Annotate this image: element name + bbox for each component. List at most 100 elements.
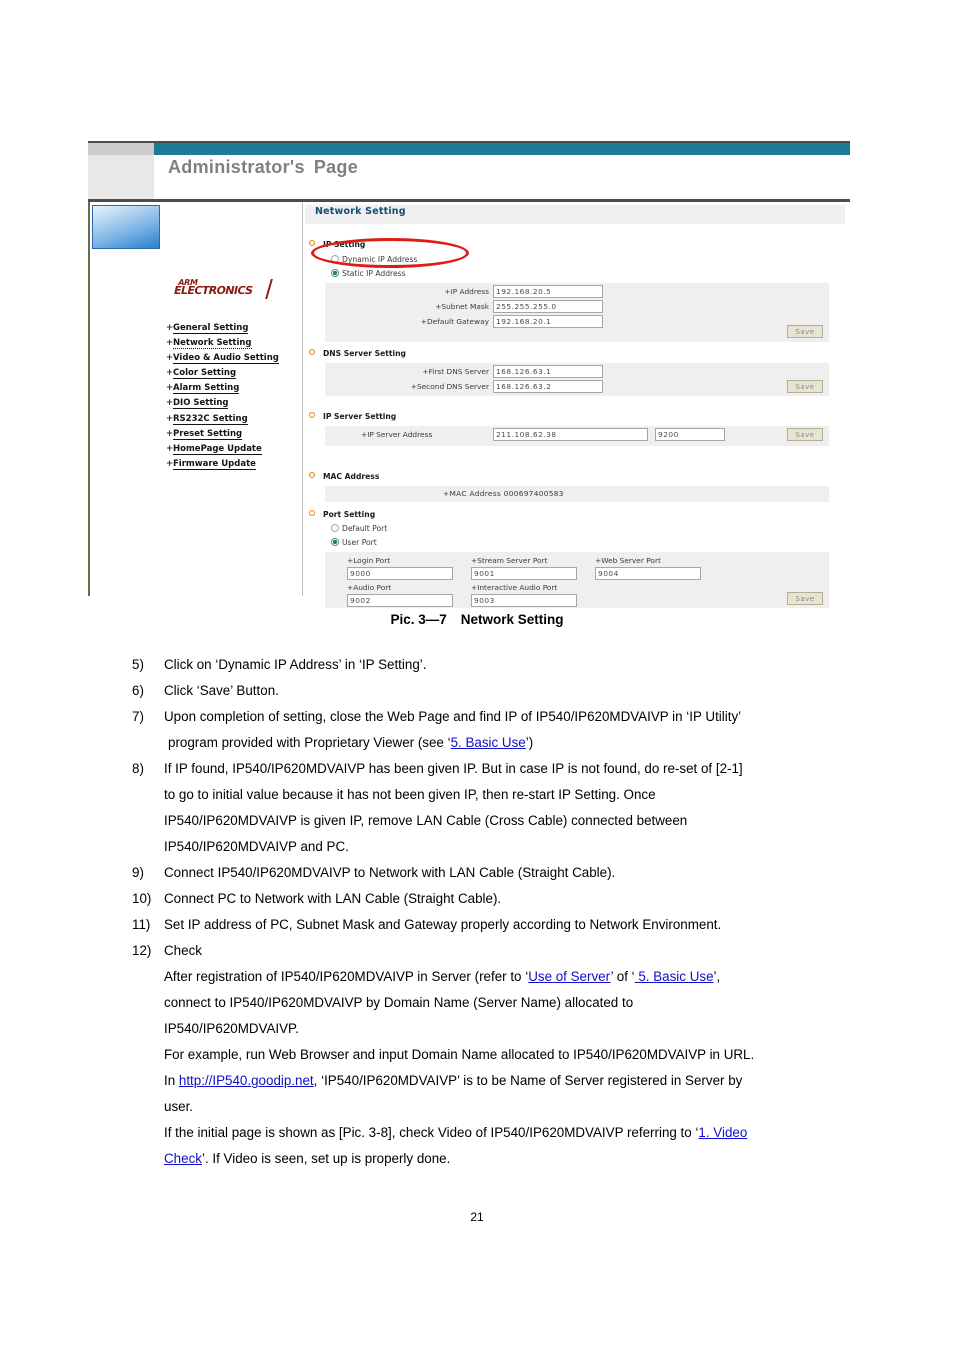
radio-default-port[interactable]: Default Port bbox=[331, 524, 387, 533]
para-connect-domain: connect to IP540/IP620MDVAIVP by Domain … bbox=[164, 995, 634, 1010]
caption-title: Network Setting bbox=[460, 612, 564, 627]
radio-dynamic-ip-address[interactable]: Dynamic IP Address bbox=[331, 255, 417, 264]
para-text: ’, bbox=[713, 969, 721, 984]
header-gray-block bbox=[88, 143, 154, 199]
admin-header: Administrator's Page bbox=[88, 143, 850, 199]
link-basic-use[interactable]: 5. Basic Use bbox=[451, 735, 526, 750]
sidebar-item-alarm-setting[interactable]: +Alarm Setting bbox=[166, 383, 306, 395]
sidebar-item-video-audio-setting[interactable]: +Video & Audio Setting bbox=[166, 353, 306, 365]
first-dns-input[interactable]: 168.126.63.1 bbox=[493, 365, 603, 378]
list-text: If IP found, IP540/IP620MDVAIVP has been… bbox=[164, 761, 743, 776]
stream-server-port-input[interactable]: 9001 bbox=[471, 567, 577, 580]
sidebar-item-general-setting[interactable]: +General Setting bbox=[166, 323, 306, 334]
link-basic-use-2[interactable]: 5. Basic Use bbox=[635, 969, 713, 984]
stream-server-port-label: +Stream Server Port bbox=[471, 556, 548, 565]
section-heading-label: IP Setting bbox=[323, 240, 366, 249]
page-title-part1: Administrator's bbox=[168, 157, 305, 177]
para-video-check-cont: Check’. If Video is seen, set up is prop… bbox=[164, 1146, 872, 1172]
save-button-ip-server[interactable]: Save bbox=[787, 428, 823, 441]
audio-port-input[interactable]: 9002 bbox=[347, 594, 453, 607]
sidebar: ARM ELECTRONICS +General Setting +Networ… bbox=[90, 202, 302, 596]
list-text: Click ‘Save’ Button. bbox=[164, 683, 279, 698]
para-example: For example, run Web Browser and input D… bbox=[164, 1047, 755, 1062]
bullet-icon bbox=[309, 349, 315, 355]
list-text-line3: IP540/IP620MDVAIVP is given IP, remove L… bbox=[164, 813, 688, 828]
list-number: 8) bbox=[132, 761, 144, 776]
plus-icon: + bbox=[166, 458, 174, 469]
ip-address-input[interactable]: 192.168.20.5 bbox=[493, 285, 603, 298]
link-video-check-part2[interactable]: Check bbox=[164, 1151, 202, 1166]
plus-icon: + bbox=[166, 383, 174, 394]
para-text: In bbox=[164, 1073, 179, 1088]
link-video-check-part1[interactable]: 1. Video bbox=[698, 1125, 747, 1140]
blue-gradient-box bbox=[92, 205, 160, 249]
para-text: ’ of ‘ bbox=[610, 969, 635, 984]
login-port-input[interactable]: 9000 bbox=[347, 567, 453, 580]
save-button-ip-setting[interactable]: Save bbox=[787, 325, 823, 338]
para-url: In http://IP540.goodip.net, ‘IP540/IP620… bbox=[164, 1068, 872, 1094]
sidebar-item-homepage-update[interactable]: +HomePage Update bbox=[166, 443, 306, 455]
radio-static-ip-address[interactable]: Static IP Address bbox=[331, 269, 406, 278]
default-gateway-label: +Default Gateway bbox=[420, 317, 489, 326]
sidebar-item-label: General Setting bbox=[173, 323, 249, 334]
section-heading-mac: MAC Address bbox=[309, 472, 379, 481]
list-text-line2: to go to initial value because it has no… bbox=[164, 787, 656, 802]
list-number: 6) bbox=[132, 683, 144, 698]
list-item-7: 7) Upon completion of setting, close the … bbox=[132, 704, 872, 756]
sidebar-item-label: Network Setting bbox=[173, 338, 252, 350]
section-heading-label: IP Server Setting bbox=[323, 412, 397, 421]
subnet-mask-label: +Subnet Mask bbox=[435, 302, 489, 311]
plus-icon: + bbox=[166, 338, 174, 349]
save-button-port[interactable]: Save bbox=[787, 592, 823, 605]
sidebar-nav: +General Setting +Network Setting +Video… bbox=[166, 323, 306, 475]
radio-icon[interactable] bbox=[331, 255, 339, 263]
sidebar-item-firmware-update[interactable]: +Firmware Update bbox=[166, 458, 306, 470]
radio-user-port[interactable]: User Port bbox=[331, 538, 377, 547]
sidebar-item-dio-setting[interactable]: +DIO Setting bbox=[166, 398, 306, 410]
subnet-mask-input[interactable]: 255.255.255.0 bbox=[493, 300, 603, 313]
ip-server-port-input[interactable]: 9200 bbox=[655, 428, 725, 441]
sidebar-item-label: Firmware Update bbox=[173, 458, 256, 470]
ip-server-address-input[interactable]: 211.108.62.38 bbox=[493, 428, 648, 441]
instruction-list: 5) Click on ‘Dynamic IP Address’ in ‘IP S… bbox=[132, 652, 872, 1172]
sidebar-item-network-setting[interactable]: +Network Setting bbox=[166, 338, 306, 350]
sidebar-item-label: RS232C Setting bbox=[173, 413, 248, 425]
section-heading-port: Port Setting bbox=[309, 510, 375, 519]
list-text: Set IP address of PC, Subnet Mask and Ga… bbox=[164, 917, 722, 932]
list-item-5: 5) Click on ‘Dynamic IP Address’ in ‘IP S… bbox=[132, 652, 872, 678]
list-text: Check bbox=[164, 943, 202, 958]
plus-icon: + bbox=[166, 323, 174, 333]
logo-text-bottom: ELECTRONICS bbox=[172, 284, 254, 297]
sidebar-item-color-setting[interactable]: +Color Setting bbox=[166, 368, 306, 380]
list-item-8: 8) If IP found, IP540/IP620MDVAIVP has be… bbox=[132, 756, 872, 860]
content-title: Network Setting bbox=[315, 206, 406, 217]
sidebar-item-label: Video & Audio Setting bbox=[173, 353, 279, 365]
interactive-audio-port-input[interactable]: 9003 bbox=[471, 594, 577, 607]
sidebar-item-preset-setting[interactable]: +Preset Setting bbox=[166, 428, 306, 440]
list-text: Connect PC to Network with LAN Cable (St… bbox=[164, 891, 502, 906]
link-use-of-server[interactable]: Use of Server bbox=[528, 969, 610, 984]
login-port-label: +Login Port bbox=[347, 556, 391, 565]
radio-icon[interactable] bbox=[331, 269, 339, 277]
second-dns-input[interactable]: 168.126.63.2 bbox=[493, 380, 603, 393]
bullet-icon bbox=[309, 240, 315, 246]
plus-icon: + bbox=[166, 443, 174, 454]
mac-address-panel bbox=[325, 486, 829, 502]
radio-icon[interactable] bbox=[331, 524, 339, 532]
para-text: , ‘IP540/IP620MDVAIVP’ is to be Name of … bbox=[313, 1073, 743, 1088]
web-server-port-input[interactable]: 9004 bbox=[595, 567, 701, 580]
interactive-audio-port-label: +Interactive Audio Port bbox=[471, 583, 558, 592]
section-heading-label: MAC Address bbox=[323, 472, 380, 481]
admin-body: ARM ELECTRONICS +General Setting +Networ… bbox=[88, 202, 850, 608]
page-title: Administrator's Page bbox=[168, 157, 358, 178]
list-item-12-body: After registration of IP540/IP620MDVAIVP… bbox=[164, 964, 872, 1172]
sidebar-item-label: Preset Setting bbox=[173, 428, 243, 440]
default-gateway-input[interactable]: 192.168.20.1 bbox=[493, 315, 603, 328]
list-text-pre: program provided with Proprietary Viewer… bbox=[168, 735, 451, 750]
radio-icon[interactable] bbox=[331, 538, 339, 546]
list-number: 7) bbox=[132, 709, 144, 724]
save-button-dns[interactable]: Save bbox=[787, 380, 823, 393]
mac-address-value: +MAC Address 000697400583 bbox=[443, 489, 564, 498]
sidebar-item-rs232c-setting[interactable]: +RS232C Setting bbox=[166, 413, 306, 425]
link-goodip-url[interactable]: http://IP540.goodip.net bbox=[179, 1073, 314, 1088]
